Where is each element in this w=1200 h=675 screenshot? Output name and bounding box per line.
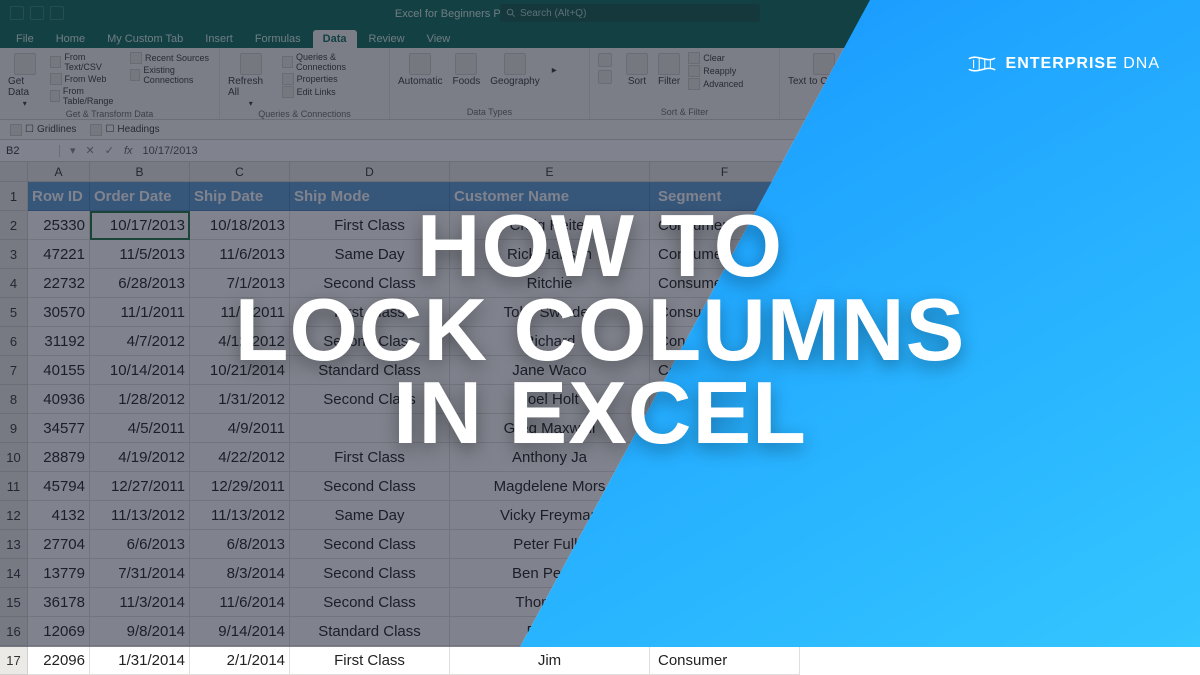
ribbon-item[interactable]: Properties <box>282 73 383 85</box>
tab-review[interactable]: Review <box>359 30 415 48</box>
row-header[interactable]: 13 <box>0 530 28 559</box>
ribbon-item[interactable]: From Text/CSV <box>50 52 124 72</box>
row-header[interactable]: 9 <box>0 414 28 443</box>
formula-value[interactable]: 10/17/2013 <box>143 145 198 157</box>
ribbon-item[interactable]: From Web <box>50 73 124 85</box>
ribbon-item[interactable]: Advanced <box>688 78 743 90</box>
row-header[interactable]: 3 <box>0 240 28 269</box>
ribbon-item[interactable]: Queries & Connections <box>282 52 383 72</box>
ribbon-item[interactable]: Existing Connections <box>130 65 213 85</box>
ribbon-item[interactable]: Edit Links <box>282 86 383 98</box>
ribbon-group-queries: Refresh All▾ Queries & ConnectionsProper… <box>220 48 390 119</box>
brand-logo: ENTERPRISE DNA <box>968 54 1160 74</box>
row-header[interactable]: 10 <box>0 443 28 472</box>
row-header[interactable]: 4 <box>0 269 28 298</box>
datatype-geography[interactable]: Geography <box>488 52 541 88</box>
row-header[interactable]: 2 <box>0 211 28 240</box>
name-box[interactable]: B2 <box>0 145 60 157</box>
tab-data[interactable]: Data <box>313 30 357 48</box>
tab-home[interactable]: Home <box>46 30 95 48</box>
row-header[interactable]: 12 <box>0 501 28 530</box>
tab-formulas[interactable]: Formulas <box>245 30 311 48</box>
sort-az-button[interactable] <box>596 52 614 68</box>
row-header[interactable]: 5 <box>0 298 28 327</box>
tab-view[interactable]: View <box>417 30 461 48</box>
col-E[interactable]: E <box>450 162 650 182</box>
col-C[interactable]: C <box>190 162 290 182</box>
table-row[interactable]: 17220961/31/20142/1/2014First ClassJimCo… <box>0 646 1200 675</box>
ribbon-group-get-transform: Get Data▾ From Text/CSVFrom WebFrom Tabl… <box>0 48 220 119</box>
select-all-corner[interactable] <box>0 162 28 182</box>
search-icon <box>506 8 516 18</box>
datatype-more-icon[interactable]: ▸ <box>548 65 561 76</box>
subbar-btn-2[interactable]: ☐Headings <box>86 123 163 137</box>
datatype-foods[interactable]: Foods <box>450 52 482 88</box>
row-header[interactable]: 11 <box>0 472 28 501</box>
brand-text: ENTERPRISE DNA <box>1006 55 1160 73</box>
row-header[interactable]: 1 <box>0 182 28 211</box>
dna-icon <box>968 54 996 74</box>
col-A[interactable]: A <box>28 162 90 182</box>
tab-my-custom-tab[interactable]: My Custom Tab <box>97 30 193 48</box>
row-header[interactable]: 14 <box>0 559 28 588</box>
ribbon-group-sort-filter: Sort Filter ClearReapplyAdvanced Sort & … <box>590 48 780 119</box>
col-B[interactable]: B <box>90 162 190 182</box>
save-icon[interactable] <box>30 6 44 20</box>
tab-insert[interactable]: Insert <box>195 30 243 48</box>
ribbon-item[interactable]: Reapply <box>688 65 743 77</box>
sort-button[interactable]: Sort <box>624 52 650 88</box>
sort-za-button[interactable] <box>596 69 614 85</box>
ribbon-group-data-types: AutomaticFoodsGeography▸ Data Types <box>390 48 590 119</box>
ribbon-item[interactable]: Clear <box>688 52 743 64</box>
row-header[interactable]: 16 <box>0 617 28 646</box>
row-header[interactable]: 15 <box>0 588 28 617</box>
row-header[interactable]: 17 <box>0 646 28 675</box>
col-D[interactable]: D <box>290 162 450 182</box>
row-header[interactable]: 6 <box>0 327 28 356</box>
datatype-automatic[interactable]: Automatic <box>396 52 444 88</box>
ribbon-item[interactable]: From Table/Range <box>50 86 124 106</box>
filter-button[interactable]: Filter <box>656 52 682 88</box>
get-data-button[interactable]: Get Data▾ <box>6 52 44 109</box>
qat <box>0 6 64 20</box>
undo-icon[interactable] <box>50 6 64 20</box>
fx-icon[interactable]: fx <box>124 145 133 157</box>
row-header[interactable]: 7 <box>0 356 28 385</box>
tab-file[interactable]: File <box>6 30 44 48</box>
refresh-all-button[interactable]: Refresh All▾ <box>226 52 276 109</box>
ribbon-item[interactable]: Recent Sources <box>130 52 213 64</box>
row-header[interactable]: 8 <box>0 385 28 414</box>
subbar-btn-1[interactable]: ☐Gridlines <box>6 123 80 137</box>
autosave-icon[interactable] <box>10 6 24 20</box>
search-box[interactable]: Search (Alt+Q) <box>500 4 760 22</box>
